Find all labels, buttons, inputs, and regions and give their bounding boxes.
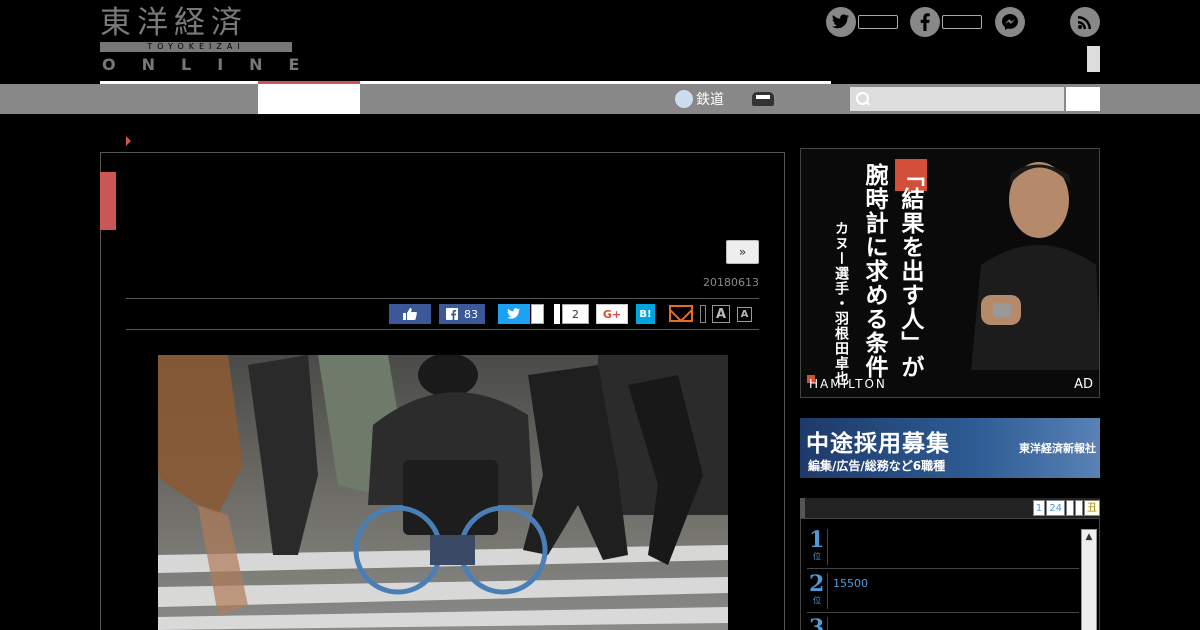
train-icon <box>675 90 693 108</box>
recruitment-banner[interactable]: 中途採用募集 編集/広告/総務など6職種 東洋経済新報社 <box>800 418 1100 478</box>
messenger-icon <box>995 7 1025 37</box>
ranking-tab-3[interactable] <box>1066 500 1074 516</box>
ranking-number: 1 <box>809 527 825 553</box>
share-separator <box>700 305 706 323</box>
twitter-share-count <box>531 304 544 324</box>
ranking-suffix: 位 <box>813 596 821 605</box>
twitter-icon <box>826 7 856 37</box>
facebook-like-count <box>942 15 982 29</box>
ad-headline-1: 「結果を出す人」が <box>897 163 923 379</box>
ranking-list: 1 位 2 位 15500 3 位 ▲ <box>800 518 1100 630</box>
rss-button[interactable] <box>1070 6 1100 38</box>
nav-item-car[interactable] <box>752 84 774 114</box>
search-box <box>850 87 1064 111</box>
ranking-widget: 1 24 丑 1 位 2 位 15500 3 位 <box>800 498 1100 630</box>
ranking-divider <box>827 617 828 630</box>
logo-online: ONLINE <box>102 55 326 74</box>
nav-item-railway[interactable]: 鉄道 <box>675 84 724 114</box>
twitter-share-icon <box>507 308 520 319</box>
ranking-divider <box>827 573 828 609</box>
recruit-company: 東洋経済新報社 <box>1019 442 1096 455</box>
nav-item-railway-label: 鉄道 <box>696 92 724 108</box>
ranking-number: 3 <box>809 615 825 630</box>
next-page-button[interactable]: » <box>726 240 759 264</box>
ad-brand-name: HAMILTON <box>809 377 887 391</box>
site-logo[interactable]: 東洋経済 TOYOKEIZAI ONLINE <box>100 5 299 74</box>
logo-kanji: 東洋経済 <box>100 5 248 41</box>
font-size-small-button[interactable]: A <box>737 307 752 322</box>
article-date: 20180613 <box>703 276 759 289</box>
facebook-share-count: 83 <box>464 307 478 321</box>
facebook-like-share-button[interactable] <box>389 304 431 324</box>
ad-subline: カヌー選手・羽根田卓也 <box>833 221 849 386</box>
recruit-title: 中途採用募集 <box>806 431 950 457</box>
ranking-header: 1 24 丑 <box>800 498 1100 518</box>
search-button[interactable] <box>1066 87 1100 111</box>
facebook-square-icon <box>446 308 458 320</box>
ranking-tab-4[interactable] <box>1075 500 1083 516</box>
facebook-icon <box>910 7 940 37</box>
google-plus-share-button[interactable]: G+ <box>596 304 628 324</box>
twitter-follow-button[interactable] <box>826 6 898 38</box>
thumbs-up-icon <box>403 308 417 320</box>
ranking-tab-2[interactable]: 24 <box>1046 500 1065 516</box>
article-hero-image <box>158 355 728 630</box>
scroll-up-icon[interactable]: ▲ <box>1082 530 1096 544</box>
font-size-large-button[interactable]: A <box>712 305 730 323</box>
mail-icon[interactable] <box>669 305 693 322</box>
article-category-tag <box>100 172 116 230</box>
ranking-divider <box>827 529 828 565</box>
ranking-item[interactable]: 3 位 <box>807 613 1079 630</box>
ranking-suffix: 位 <box>813 552 821 561</box>
logo-romaji: TOYOKEIZAI <box>100 42 292 52</box>
rss-icon <box>1070 7 1100 37</box>
share-divider-top <box>126 298 759 299</box>
hamilton-ad-banner[interactable]: 「結果を出す人」が 腕時計に求める条件 カヌー選手・羽根田卓也 HAMILTON… <box>800 148 1100 398</box>
header-menu-button[interactable] <box>1087 46 1100 72</box>
ranking-tab-5[interactable]: 丑 <box>1084 500 1100 516</box>
ranking-item[interactable]: 2 位 15500 <box>807 569 1079 613</box>
search-icon <box>856 92 870 106</box>
share-divider-bottom <box>126 329 759 330</box>
ranking-scrollbar[interactable]: ▲ <box>1081 529 1097 630</box>
pocket-button[interactable] <box>554 304 560 324</box>
facebook-like-button[interactable] <box>910 6 982 38</box>
pocket-count: 2 <box>562 304 589 324</box>
ranking-tab-1[interactable]: 1 <box>1032 500 1046 516</box>
search-input[interactable] <box>870 89 1050 109</box>
twitter-follow-count <box>858 15 898 29</box>
recruit-subtitle: 編集/広告/総務など6職種 <box>808 459 946 473</box>
ad-headline-2: 腕時計に求める条件 <box>861 163 887 379</box>
twitter-share-button[interactable] <box>498 304 530 324</box>
ad-label: AD <box>1074 377 1093 392</box>
ranking-number: 2 <box>809 571 825 597</box>
ranking-tabs: 1 24 丑 <box>1032 500 1100 516</box>
hatena-bookmark-button[interactable]: B! <box>636 304 655 324</box>
ad-person-photo <box>971 162 1099 370</box>
nav-tab-active[interactable] <box>258 84 360 114</box>
ranking-item[interactable]: 1 位 <box>807 525 1079 569</box>
breadcrumb-arrow-icon <box>126 136 131 146</box>
facebook-share-button[interactable]: 83 <box>439 304 485 324</box>
page: 東洋経済 TOYOKEIZAI ONLINE 鉄道 » 20180613 83 … <box>0 0 1200 630</box>
messenger-button[interactable] <box>995 6 1025 38</box>
car-icon <box>752 92 774 106</box>
ranking-title: 15500 <box>833 577 868 590</box>
